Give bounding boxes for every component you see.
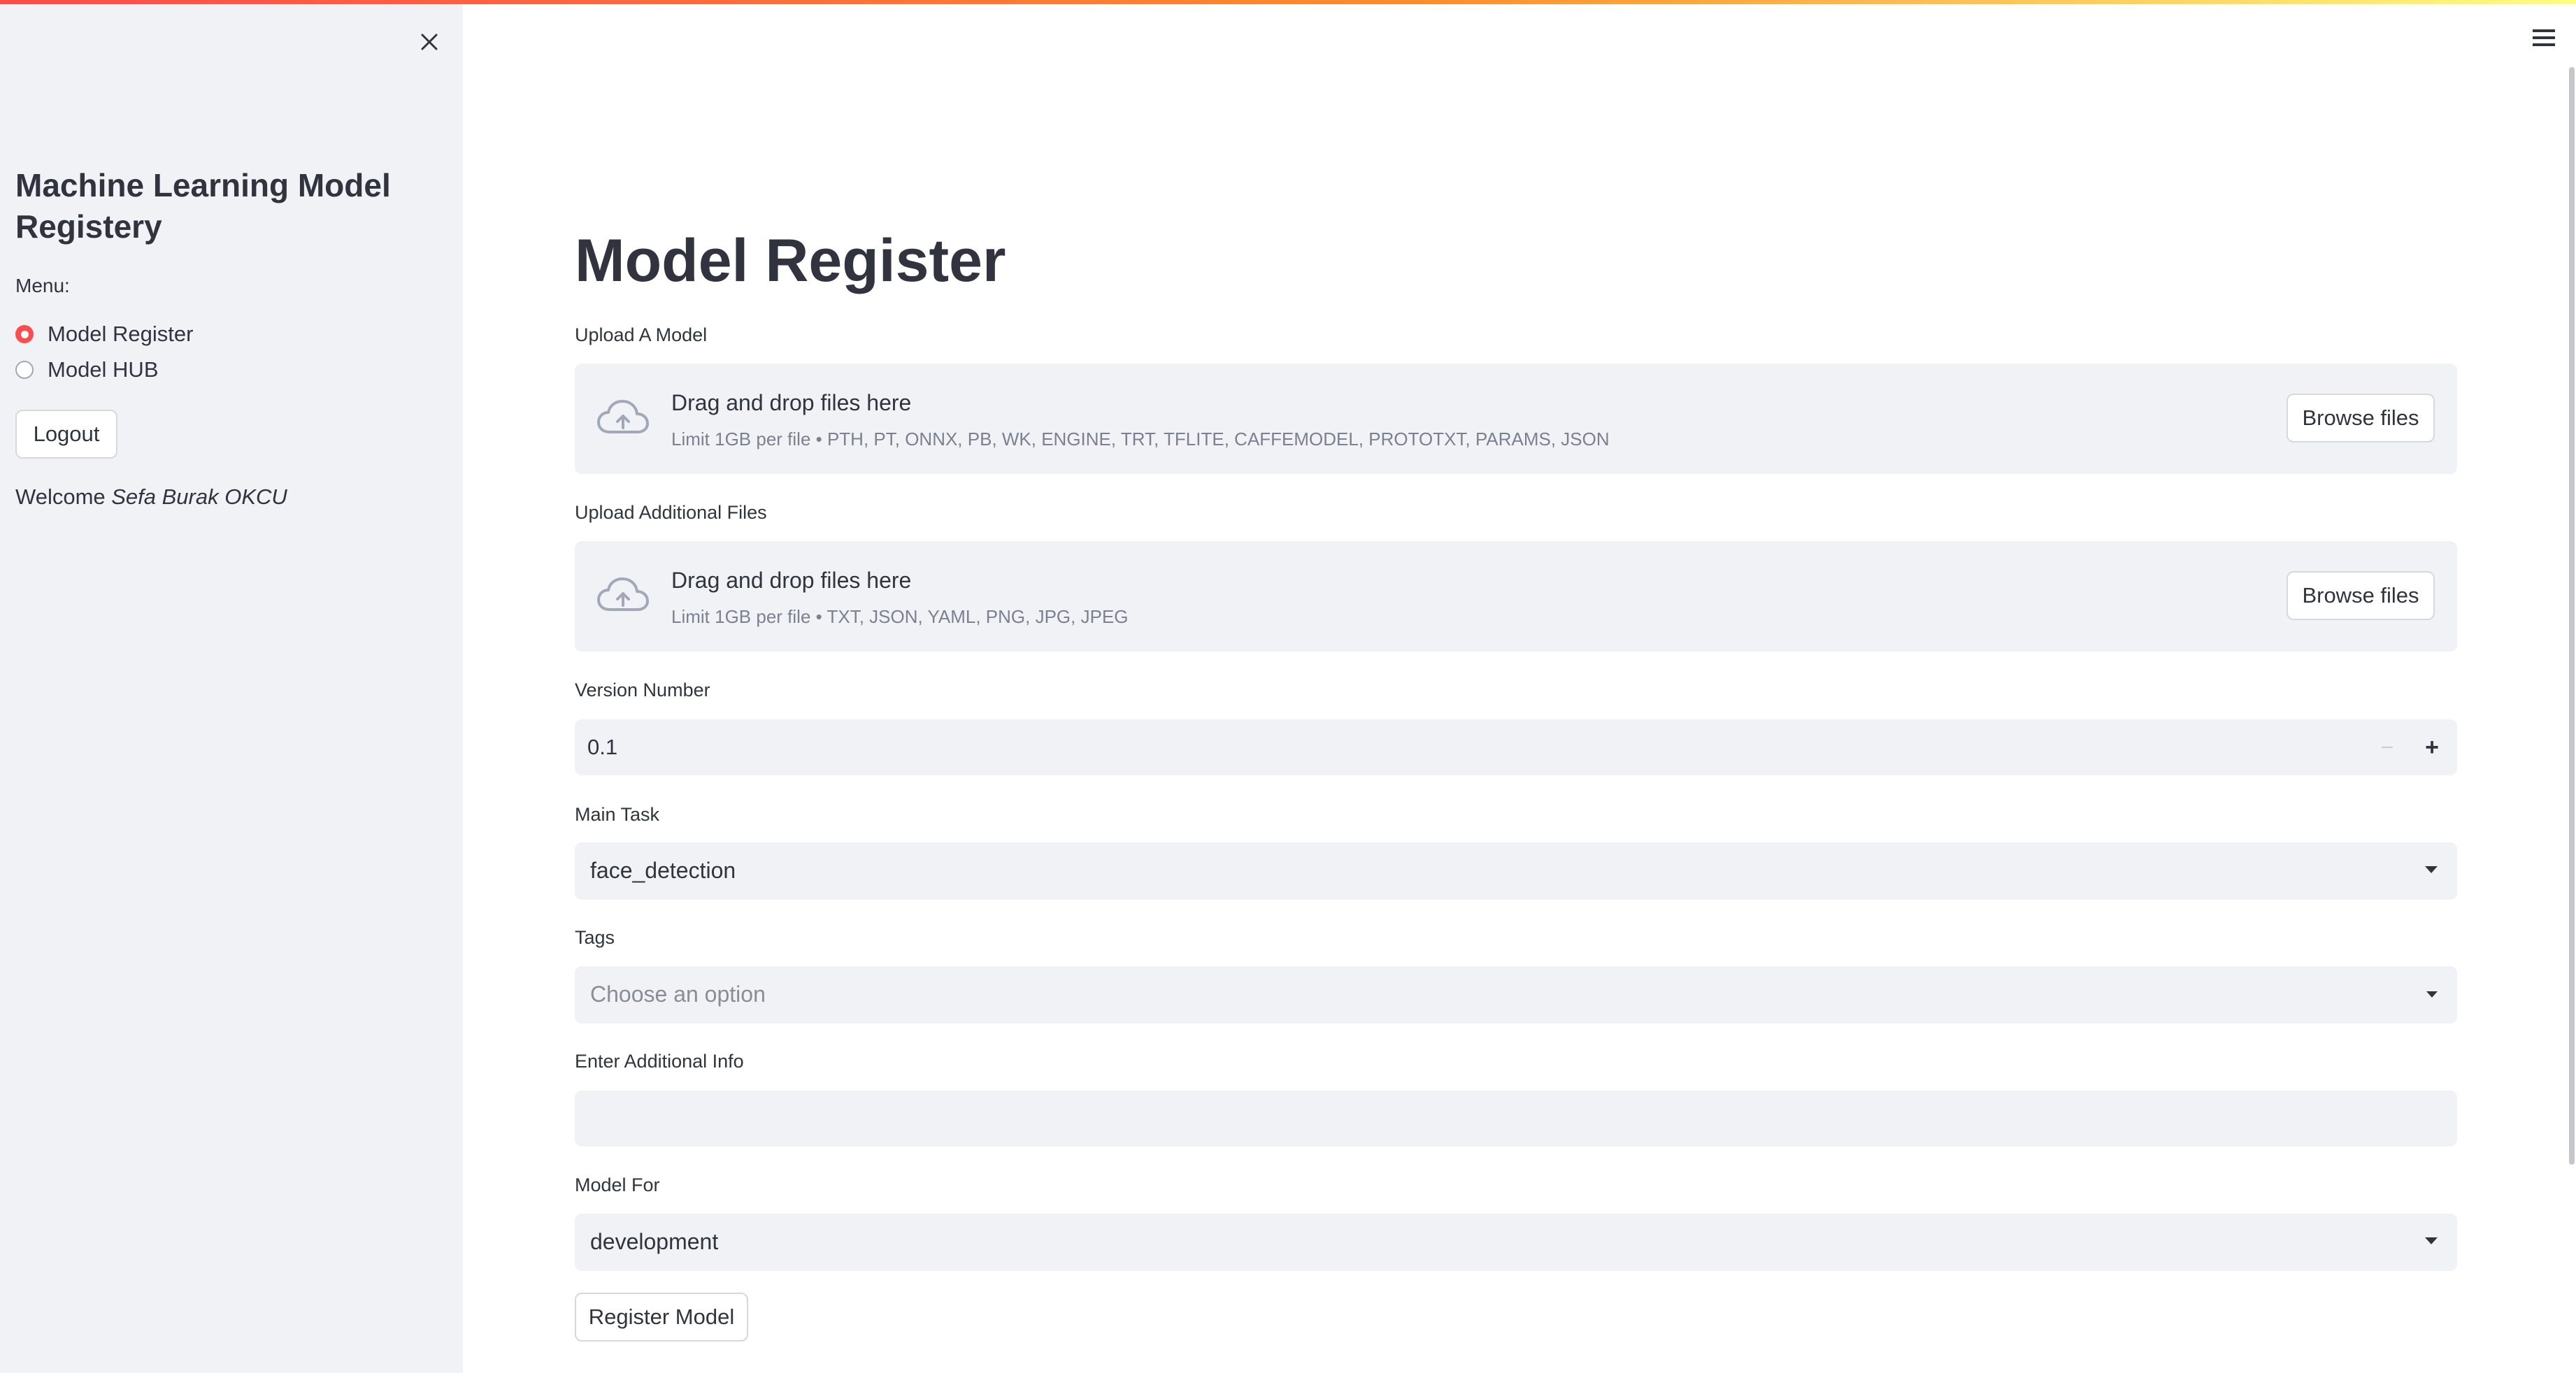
main-task-value: face_detection bbox=[590, 858, 736, 883]
browse-files-button[interactable]: Browse files bbox=[2287, 571, 2435, 620]
upload-additional-dropzone[interactable]: Drag and drop files here Limit 1GB per f… bbox=[575, 541, 2457, 652]
dropzone-text: Drag and drop files here bbox=[671, 568, 912, 593]
sidebar-title: Machine Learning Model Registery bbox=[15, 167, 391, 245]
upload-model-dropzone[interactable]: Drag and drop files here Limit 1GB per f… bbox=[575, 364, 2457, 474]
increment-button[interactable]: + bbox=[2417, 732, 2447, 763]
model-for-label: Model For bbox=[575, 1174, 660, 1195]
page-title: Model Register bbox=[575, 227, 1006, 294]
logout-button[interactable]: Logout bbox=[15, 410, 117, 459]
radio-model-register[interactable]: Model Register bbox=[15, 319, 193, 350]
model-for-value: development bbox=[590, 1229, 719, 1254]
dropzone-limit-text: Limit 1GB per file • TXT, JSON, YAML, PN… bbox=[671, 606, 1129, 627]
dropzone-text: Drag and drop files here bbox=[671, 390, 912, 415]
version-number-label: Version Number bbox=[575, 680, 710, 700]
register-model-button[interactable]: Register Model bbox=[575, 1293, 748, 1342]
additional-info-input[interactable] bbox=[575, 1091, 2457, 1146]
cloud-upload-icon bbox=[597, 577, 649, 611]
tags-label: Tags bbox=[575, 927, 615, 948]
version-number-stepper: + bbox=[575, 719, 2457, 775]
main-task-label: Main Task bbox=[575, 804, 660, 825]
model-for-select[interactable]: development bbox=[575, 1214, 2457, 1271]
tags-placeholder: Choose an option bbox=[590, 982, 766, 1007]
cloud-upload-icon bbox=[597, 400, 649, 433]
radio-model-hub[interactable]: Model HUB bbox=[15, 354, 159, 385]
scrollbar[interactable] bbox=[2569, 67, 2575, 1165]
user-name: Sefa Burak OKCU bbox=[111, 484, 287, 509]
sidebar: Machine Learning Model Registery Menu: M… bbox=[0, 0, 463, 1373]
chevron-down-icon bbox=[2425, 866, 2438, 873]
upload-additional-label: Upload Additional Files bbox=[575, 502, 767, 523]
top-decoration-bar bbox=[0, 0, 2576, 4]
radio-unselected-icon bbox=[15, 361, 34, 379]
dropzone-limit-text: Limit 1GB per file • PTH, PT, ONNX, PB, … bbox=[671, 429, 1610, 450]
menu-label: Menu: bbox=[15, 275, 70, 296]
version-number-input[interactable] bbox=[575, 719, 2365, 775]
decrement-button[interactable] bbox=[2372, 732, 2403, 763]
hamburger-icon[interactable] bbox=[2531, 25, 2556, 50]
close-sidebar-button[interactable] bbox=[413, 25, 446, 59]
chevron-down-icon bbox=[2425, 1237, 2438, 1244]
tags-multiselect[interactable]: Choose an option bbox=[575, 966, 2457, 1023]
radio-label: Model Register bbox=[48, 322, 194, 346]
additional-info-field bbox=[575, 1091, 2457, 1146]
radio-selected-icon bbox=[15, 325, 34, 343]
chevron-down-icon bbox=[2426, 991, 2438, 998]
upload-model-label: Upload A Model bbox=[575, 324, 708, 345]
welcome-prefix: Welcome bbox=[15, 484, 112, 509]
close-icon bbox=[421, 34, 438, 50]
browse-files-button[interactable]: Browse files bbox=[2287, 394, 2435, 443]
radio-label: Model HUB bbox=[48, 357, 159, 382]
main-task-select[interactable]: face_detection bbox=[575, 842, 2457, 900]
additional-info-label: Enter Additional Info bbox=[575, 1051, 744, 1072]
welcome-text: Welcome Sefa Burak OKCU bbox=[15, 484, 287, 510]
